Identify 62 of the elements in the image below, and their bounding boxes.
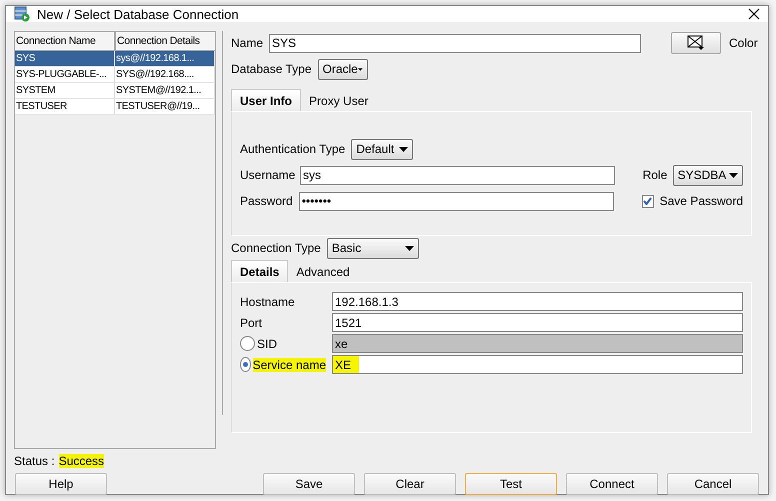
radio-button[interactable]	[240, 357, 251, 372]
table-cell: SYS@//192.168....	[115, 67, 215, 82]
table-cell: SYSTEM	[15, 83, 115, 98]
dialog-button[interactable]: Cancel	[667, 473, 759, 495]
caret-icon	[729, 172, 738, 178]
text-field[interactable]: XE	[332, 355, 743, 374]
column-header[interactable]: Connection Details	[115, 31, 216, 51]
connection-row[interactable]: TESTUSER TESTUSER@//19...	[15, 99, 215, 115]
dialog-button[interactable]: Test	[465, 473, 557, 495]
field-label: Password	[240, 194, 293, 208]
table-cell: TESTUSER@//19...	[115, 99, 215, 114]
dropdown[interactable]: Oracle	[318, 58, 368, 80]
dialog-button[interactable]: Connect	[566, 473, 658, 495]
radio-button[interactable]	[240, 336, 255, 351]
tab[interactable]: Proxy User	[301, 91, 376, 111]
dropdown[interactable]: Basic	[326, 238, 419, 258]
color-button[interactable]	[671, 32, 722, 54]
name-field[interactable]: SYS	[269, 34, 642, 52]
column-header[interactable]: Connection Name	[14, 31, 115, 51]
password-field[interactable]: •••••••	[298, 192, 614, 210]
table-cell: SYS-PLUGGABLE-...	[15, 67, 115, 82]
username-field[interactable]: sys	[300, 166, 615, 184]
save-password-label: Save Password	[660, 194, 743, 208]
field-label: Authentication Type	[240, 142, 346, 156]
table-cell: SYS	[15, 51, 115, 66]
status-label: Status :	[14, 454, 55, 468]
color-swatch-icon	[687, 35, 706, 51]
table-cell: SYSTEM@//192.1...	[115, 83, 215, 98]
caret-icon	[358, 66, 363, 72]
dialog-button[interactable]: Clear	[364, 473, 456, 495]
field-label: Username	[240, 168, 294, 182]
text-field[interactable]: 1521	[332, 313, 743, 332]
close-icon[interactable]	[748, 8, 760, 20]
field-label: Name	[231, 36, 264, 50]
field-label: SID	[257, 336, 278, 350]
field-label: Role	[642, 168, 667, 182]
field-label: Port	[240, 316, 262, 330]
field-label: Hostname	[240, 294, 295, 308]
check-icon	[643, 197, 652, 205]
text-field[interactable]: xe	[332, 334, 743, 353]
field-label: Connection Type	[231, 241, 321, 255]
tab[interactable]: Advanced	[288, 262, 358, 282]
connection-row[interactable]: SYSTEM SYSTEM@//192.1...	[15, 83, 215, 99]
status-value: Success	[58, 454, 104, 468]
connection-row[interactable]: SYS-PLUGGABLE-... SYS@//192.168....	[15, 67, 215, 83]
field-label: Database Type	[231, 62, 312, 76]
save-password-checkbox[interactable]	[642, 194, 654, 208]
caret-icon	[399, 146, 408, 152]
tab[interactable]: User Info	[231, 89, 302, 111]
caret-icon	[404, 246, 414, 250]
field-label: Service name	[252, 358, 326, 372]
dialog-button[interactable]: Help	[15, 473, 107, 495]
dropdown[interactable]: Default	[351, 138, 414, 160]
tab[interactable]: Details	[231, 260, 288, 282]
dialog-button[interactable]: Save	[263, 473, 355, 495]
color-label: Color	[729, 36, 758, 50]
table-cell: sys@//192.168.1...	[115, 51, 215, 66]
connection-row[interactable]: SYS sys@//192.168.1...	[15, 51, 215, 67]
text-field[interactable]: 192.168.1.3	[332, 292, 743, 311]
table-cell: TESTUSER	[15, 99, 115, 114]
window-title: New / Select Database Connection	[37, 6, 240, 22]
dropdown[interactable]: SYSDBA	[672, 164, 743, 186]
